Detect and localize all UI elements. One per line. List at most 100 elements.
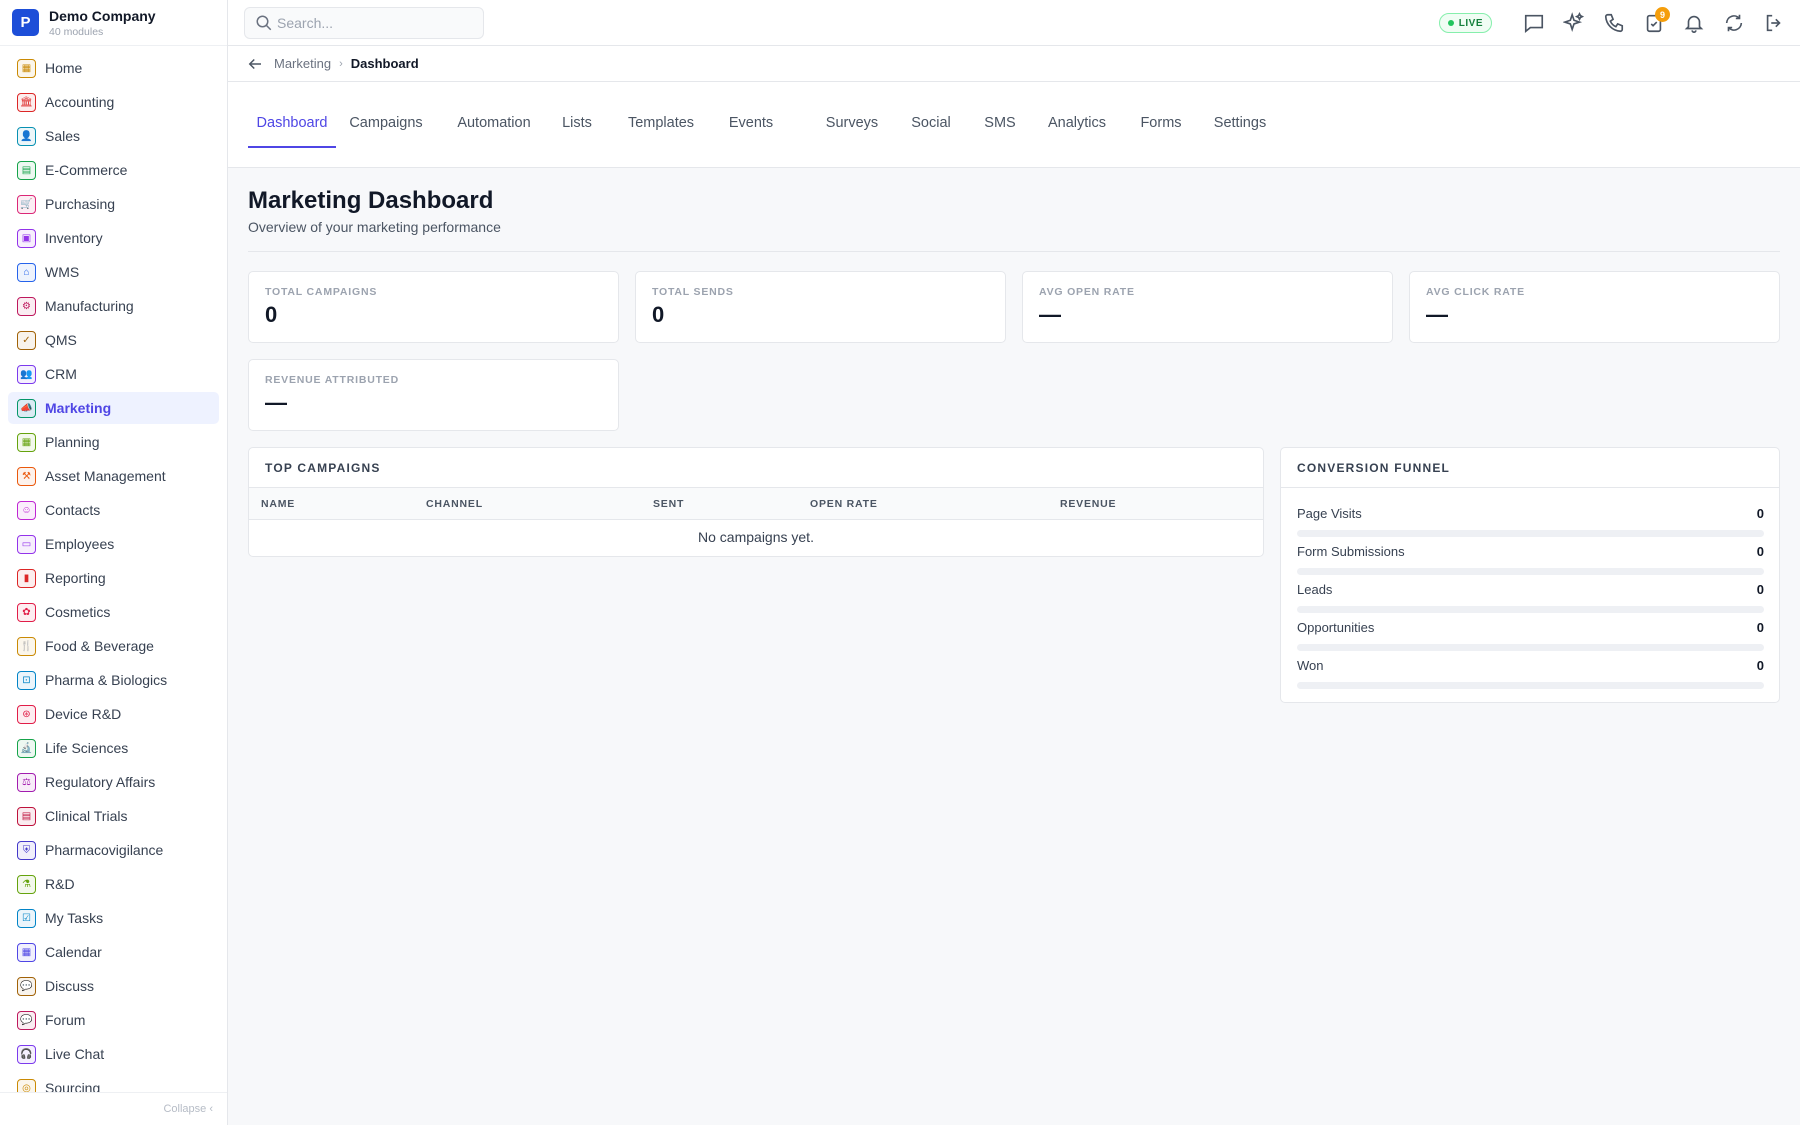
sidebar-item-qms[interactable]: ✓ QMS	[8, 324, 219, 356]
sidebar-item-contacts[interactable]: ☺ Contacts	[8, 494, 219, 526]
kpi-value: —	[1426, 302, 1448, 327]
phone-icon[interactable]	[1602, 11, 1626, 35]
kpi-avg-click-rate: AVG CLICK RATE —	[1409, 271, 1780, 343]
tab-surveys[interactable]: Surveys	[823, 82, 881, 148]
search-box[interactable]	[244, 7, 484, 39]
tab-dashboard[interactable]: Dashboard	[248, 82, 336, 148]
sidebar-item-reporting[interactable]: ▮ Reporting	[8, 562, 219, 594]
top-campaigns-title: TOP CAMPAIGNS	[249, 448, 1263, 488]
megaphone-icon: 📣	[17, 398, 36, 418]
tab-bar: Dashboard Campaigns Automation Lists Tem…	[228, 82, 1800, 168]
funnel-stage-label: Won	[1297, 658, 1324, 673]
table-header: NAME CHANNEL SENT OPEN RATE REVENUE	[249, 488, 1263, 520]
sidebar-item-forum[interactable]: 💬 Forum	[8, 1004, 219, 1036]
gavel-icon: ⚖	[17, 772, 36, 792]
tab-sms[interactable]: SMS	[982, 82, 1018, 148]
tab-forms[interactable]: Forms	[1139, 82, 1183, 148]
sidebar-item-pharma-biologics[interactable]: ⊡ Pharma & Biologics	[8, 664, 219, 696]
sidebar-item-pharmacovigilance[interactable]: ⛨ Pharmacovigilance	[8, 834, 219, 866]
box-icon: ▣	[17, 228, 36, 248]
company-switcher[interactable]: P Demo Company 40 modules	[0, 0, 227, 46]
badge-check-icon: ✓	[17, 330, 36, 350]
sidebar-item-discuss[interactable]: 💬 Discuss	[8, 970, 219, 1002]
sidebar-item-device-r-d[interactable]: ⊛ Device R&D	[8, 698, 219, 730]
sidebar-item-asset-management[interactable]: ⚒ Asset Management	[8, 460, 219, 492]
back-arrow-icon[interactable]	[246, 55, 264, 73]
sidebar-item-accounting[interactable]: 🏛 Accounting	[8, 86, 219, 118]
sidebar-item-e-commerce[interactable]: ▤ E-Commerce	[8, 154, 219, 186]
sidebar-item-food-beverage[interactable]: 🍴 Food & Beverage	[8, 630, 219, 662]
column-channel[interactable]: CHANNEL	[426, 488, 483, 520]
search-icon	[256, 15, 272, 31]
funnel-bar-track	[1297, 530, 1764, 537]
sparkles-icon[interactable]	[1562, 11, 1586, 35]
sidebar-item-label: Calendar	[45, 944, 102, 960]
funnel-stage-value: 0	[1756, 544, 1764, 559]
clipboard-check-icon[interactable]: 9	[1642, 7, 1670, 35]
tab-social[interactable]: Social	[908, 82, 954, 148]
sidebar-item-label: Purchasing	[45, 196, 116, 212]
sync-icon[interactable]	[1722, 11, 1746, 35]
logout-icon[interactable]	[1762, 11, 1786, 35]
column-sent[interactable]: SENT	[653, 488, 684, 520]
sidebar-item-calendar[interactable]: ▦ Calendar	[8, 936, 219, 968]
briefcase-icon: ▭	[17, 534, 36, 554]
funnel-stage-label: Form Submissions	[1297, 544, 1405, 559]
column-name[interactable]: NAME	[261, 488, 295, 520]
tab-settings[interactable]: Settings	[1212, 82, 1268, 148]
tab-automation[interactable]: Automation	[455, 82, 533, 148]
sidebar-item-inventory[interactable]: ▣ Inventory	[8, 222, 219, 254]
column-open-rate[interactable]: OPEN RATE	[810, 488, 878, 520]
message-icon[interactable]	[1522, 11, 1546, 35]
company-name: Demo Company	[49, 7, 156, 24]
warehouse-icon: ⌂	[17, 262, 36, 282]
funnel-stage-value: 0	[1756, 658, 1764, 673]
kpi-value: 0	[652, 302, 665, 327]
collapse-button[interactable]: Collapse ‹	[0, 1092, 227, 1125]
breadcrumb: Marketing › Dashboard	[228, 46, 1800, 82]
funnel-stage-leads: Leads 0	[1297, 582, 1764, 613]
top-campaigns-panel: TOP CAMPAIGNS NAME CHANNEL SENT OPEN RAT…	[248, 447, 1264, 557]
sidebar-item-my-tasks[interactable]: ☑ My Tasks	[8, 902, 219, 934]
sidebar-item-marketing[interactable]: 📣 Marketing	[8, 392, 219, 424]
kpi-label: TOTAL SENDS	[652, 286, 734, 298]
sidebar-item-life-sciences[interactable]: 🔬 Life Sciences	[8, 732, 219, 764]
sidebar-item-purchasing[interactable]: 🛒 Purchasing	[8, 188, 219, 220]
sidebar-item-label: Asset Management	[45, 468, 166, 484]
sidebar-item-regulatory-affairs[interactable]: ⚖ Regulatory Affairs	[8, 766, 219, 798]
breadcrumb-current: Dashboard	[350, 56, 419, 71]
breadcrumb-marketing-link[interactable]: Marketing	[274, 56, 331, 71]
sidebar-item-label: Clinical Trials	[45, 808, 128, 824]
sidebar-item-manufacturing[interactable]: ⚙ Manufacturing	[8, 290, 219, 322]
sidebar-item-cosmetics[interactable]: ✿ Cosmetics	[8, 596, 219, 628]
company-logo: P	[12, 9, 39, 36]
grid-icon: ▦	[17, 58, 36, 78]
sidebar-item-r-d[interactable]: ⚗ R&D	[8, 868, 219, 900]
sidebar-item-sourcing[interactable]: ◎ Sourcing	[8, 1072, 219, 1092]
sidebar-item-crm[interactable]: 👥 CRM	[8, 358, 219, 390]
sidebar-item-clinical-trials[interactable]: ▤ Clinical Trials	[8, 800, 219, 832]
funnel-bar-track	[1297, 644, 1764, 651]
store-icon: ▤	[17, 160, 36, 180]
tab-lists[interactable]: Lists	[560, 82, 594, 148]
tab-campaigns[interactable]: Campaigns	[348, 82, 424, 148]
sidebar-item-sales[interactable]: 👤 Sales	[8, 120, 219, 152]
sidebar-item-planning[interactable]: ▦ Planning	[8, 426, 219, 458]
sidebar-item-label: Discuss	[45, 978, 95, 994]
shield-icon: ⛨	[17, 840, 36, 860]
sidebar-item-wms[interactable]: ⌂ WMS	[8, 256, 219, 288]
users-icon: 👥	[17, 364, 36, 384]
sidebar-item-home[interactable]: ▦ Home	[8, 52, 219, 84]
bell-icon[interactable]	[1682, 11, 1706, 35]
tab-analytics[interactable]: Analytics	[1045, 82, 1109, 148]
sidebar-item-employees[interactable]: ▭ Employees	[8, 528, 219, 560]
utensils-icon: 🍴	[17, 636, 36, 656]
column-revenue[interactable]: REVENUE	[1060, 488, 1116, 520]
sidebar-item-label: Contacts	[45, 502, 101, 518]
tab-events[interactable]: Events	[727, 82, 775, 148]
sidebar-item-live-chat[interactable]: 🎧 Live Chat	[8, 1038, 219, 1070]
search-input[interactable]	[277, 15, 467, 31]
sidebar-item-label: Employees	[45, 536, 115, 552]
tab-templates[interactable]: Templates	[624, 82, 698, 148]
clipboard-icon: ▤	[17, 806, 36, 826]
